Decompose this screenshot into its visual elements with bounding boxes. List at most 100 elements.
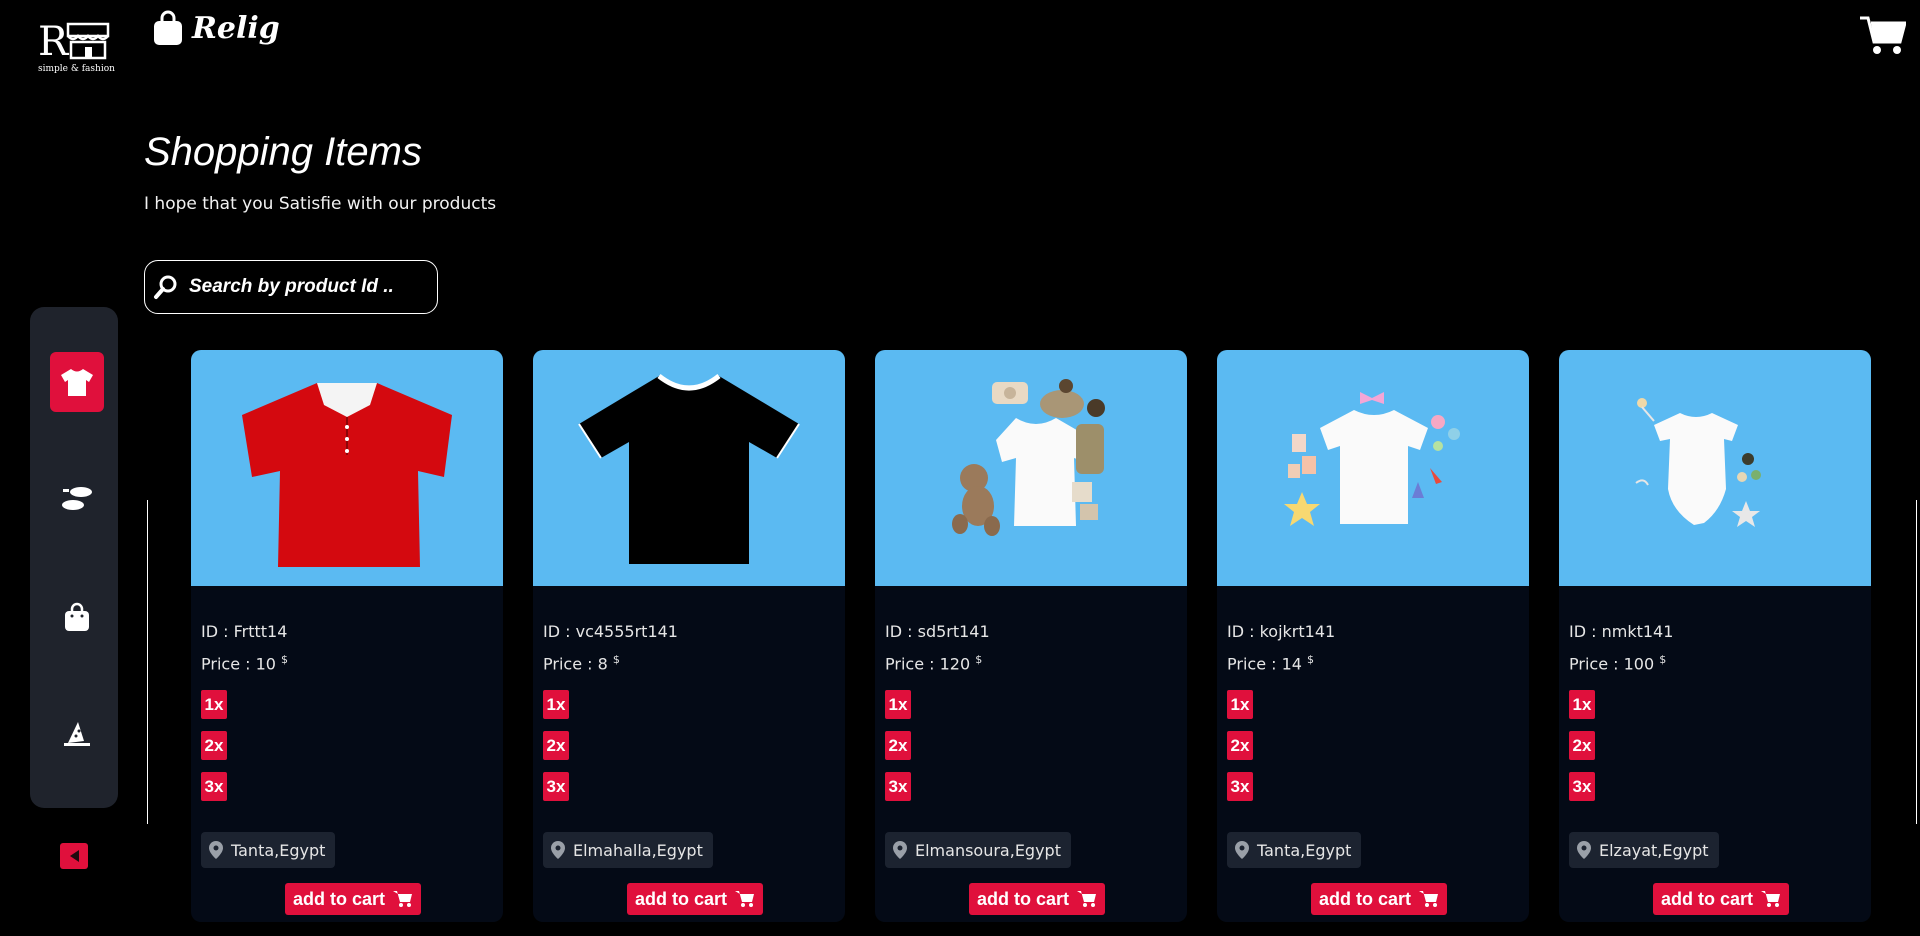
sidebar-item-bags[interactable] (50, 587, 104, 647)
product-id: ID : vc4555rt141 (543, 622, 678, 641)
search-input[interactable] (187, 275, 431, 299)
product-card: ID : kojkrt141 Price : 14 $ 1x 2x 3x Tan… (1217, 350, 1529, 922)
add-to-cart-label: add to cart (977, 888, 1070, 909)
cart-icon (1860, 16, 1907, 54)
scroll-divider-right (1916, 500, 1917, 824)
product-list: ID : Frttt14 Price : 10 $ 1x 2x 3x Tanta… (191, 350, 1871, 922)
product-location: Elmahalla,Egypt (543, 832, 713, 868)
price-currency: $ (975, 653, 983, 666)
product-location: Elzayat,Egypt (1569, 832, 1719, 868)
quantity-2x-button[interactable]: 2x (1569, 731, 1595, 761)
quantity-3x-button[interactable]: 3x (543, 772, 569, 802)
page-subtitle: I hope that you Satisfie with our produc… (144, 194, 497, 214)
sidebar-item-shoes[interactable] (50, 469, 104, 529)
baby-tshirt-set-image (1284, 392, 1460, 526)
price-currency: $ (281, 653, 289, 666)
location-pin-icon (1235, 841, 1249, 859)
product-id: ID : kojkrt141 (1227, 622, 1336, 641)
location-pin-icon (209, 841, 223, 859)
storefront-icon (66, 22, 110, 60)
caret-left-icon (70, 850, 79, 862)
brand[interactable]: Relig (152, 10, 280, 46)
sidebar-item-clothes[interactable] (50, 352, 104, 412)
search-icon (154, 275, 177, 299)
page-title: Shopping Items (144, 130, 422, 174)
price-currency: $ (1307, 653, 1315, 666)
store-logo[interactable]: R simple & fashion (38, 18, 115, 78)
location-label: Tanta,Egypt (231, 840, 326, 860)
quantity-1x-button[interactable]: 1x (1227, 690, 1253, 720)
cart-icon (1077, 891, 1097, 907)
product-card: ID : vc4555rt141 Price : 8 $ 1x 2x 3x El… (533, 350, 845, 922)
product-location: Tanta,Egypt (201, 832, 336, 868)
add-to-cart-label: add to cart (635, 888, 728, 909)
location-label: Elmansoura,Egypt (915, 840, 1061, 860)
sidebar-collapse-button[interactable] (60, 843, 88, 869)
product-card: ID : nmkt141 Price : 100 $ 1x 2x 3x Elza… (1559, 350, 1871, 922)
cart-icon (1761, 891, 1781, 907)
add-to-cart-button[interactable]: add to cart (1653, 883, 1790, 915)
product-price: Price : 8 $ (543, 653, 620, 674)
location-pin-icon (1577, 841, 1591, 859)
add-to-cart-button[interactable]: add to cart (969, 883, 1106, 915)
add-to-cart-button[interactable]: add to cart (1311, 883, 1448, 915)
shoes-icon (62, 487, 92, 510)
product-image (1217, 350, 1529, 586)
add-to-cart-button[interactable]: add to cart (285, 883, 422, 915)
search-box (144, 260, 438, 314)
product-price: Price : 14 $ (1227, 653, 1315, 674)
tshirt-icon (61, 369, 93, 396)
location-label: Elmahalla,Egypt (573, 840, 703, 860)
product-id: ID : Frttt14 (201, 622, 288, 641)
product-card: ID : sd5rt141 Price : 120 $ 1x 2x 3x Elm… (875, 350, 1187, 922)
category-sidebar (30, 307, 118, 808)
quantity-2x-button[interactable]: 2x (885, 731, 911, 761)
quantity-3x-button[interactable]: 3x (201, 772, 227, 802)
add-to-cart-label: add to cart (1661, 888, 1754, 909)
quantity-3x-button[interactable]: 3x (1569, 772, 1595, 802)
header-cart-button[interactable] (1860, 14, 1907, 60)
quantity-2x-button[interactable]: 2x (201, 731, 227, 761)
quantity-1x-button[interactable]: 1x (1569, 690, 1595, 720)
product-id: ID : sd5rt141 (885, 622, 990, 641)
red-polo-shirt-image (242, 383, 452, 567)
black-tshirt-image (578, 374, 800, 564)
product-price: Price : 100 $ (1569, 653, 1667, 674)
cart-icon (735, 891, 755, 907)
baby-clothes-teddy-bear-image (952, 379, 1105, 536)
add-to-cart-label: add to cart (293, 888, 386, 909)
location-pin-icon (893, 841, 907, 859)
add-to-cart-label: add to cart (1319, 888, 1412, 909)
hat-icon (64, 722, 90, 746)
brand-name: Relig (192, 10, 280, 46)
product-id: ID : nmkt141 (1569, 622, 1674, 641)
quantity-3x-button[interactable]: 3x (1227, 772, 1253, 802)
quantity-1x-button[interactable]: 1x (201, 690, 227, 720)
product-image (533, 350, 845, 586)
quantity-2x-button[interactable]: 2x (543, 731, 569, 761)
product-card: ID : Frttt14 Price : 10 $ 1x 2x 3x Tanta… (191, 350, 503, 922)
location-label: Elzayat,Egypt (1599, 840, 1709, 860)
price-currency: $ (1659, 653, 1667, 666)
shopping-bag-icon (154, 10, 182, 45)
sidebar-item-hats[interactable] (50, 704, 104, 764)
quantity-2x-button[interactable]: 2x (1227, 731, 1253, 761)
quantity-3x-button[interactable]: 3x (885, 772, 911, 802)
product-image (191, 350, 503, 586)
product-image (875, 350, 1187, 586)
add-to-cart-button[interactable]: add to cart (627, 883, 764, 915)
quantity-1x-button[interactable]: 1x (543, 690, 569, 720)
cart-icon (393, 891, 413, 907)
location-pin-icon (551, 841, 565, 859)
price-currency: $ (612, 653, 620, 666)
product-location: Elmansoura,Egypt (885, 832, 1071, 868)
product-price: Price : 120 $ (885, 653, 983, 674)
cart-icon (1419, 891, 1439, 907)
logo-mark: R (38, 19, 69, 65)
product-price: Price : 10 $ (201, 653, 289, 674)
logo-tagline: simple & fashion (38, 64, 115, 74)
bag-icon (65, 602, 89, 631)
quantity-1x-button[interactable]: 1x (885, 690, 911, 720)
product-location: Tanta,Egypt (1227, 832, 1362, 868)
product-image (1559, 350, 1871, 586)
